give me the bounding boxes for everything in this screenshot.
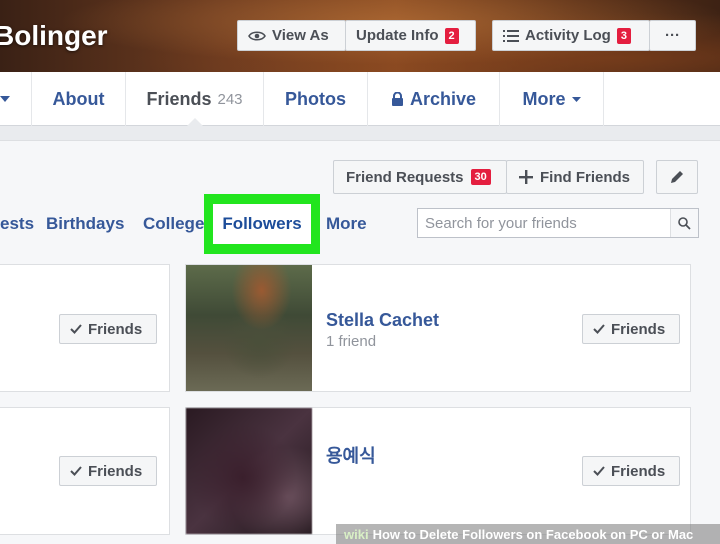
nav-friends-count: 243: [217, 90, 243, 108]
cover-photo: Bolinger View As Update Info 2 Activity …: [0, 0, 720, 72]
profile-photo[interactable]: [186, 408, 312, 534]
friends-status-label: Friends: [88, 320, 143, 338]
nav-friends-label: Friends: [146, 88, 212, 109]
pencil-icon: [671, 171, 683, 183]
activity-log-button[interactable]: Activity Log 3: [492, 20, 650, 51]
nav-more-label: More: [522, 88, 566, 109]
tab-birthdays[interactable]: Birthdays: [46, 214, 124, 234]
list-icon: [503, 29, 519, 42]
more-options-button[interactable]: ···: [649, 20, 696, 51]
friends-status-button[interactable]: Friends: [59, 456, 157, 486]
friends-status-label: Friends: [611, 462, 666, 480]
wikihow-watermark: wiki How to Delete Followers on Facebook…: [336, 524, 720, 544]
update-info-label: Update Info: [356, 27, 439, 44]
friends-status-button[interactable]: Friends: [59, 314, 157, 344]
friends-status-label: Friends: [611, 320, 666, 338]
more-options-label: ···: [665, 27, 680, 44]
caret-down-icon: [571, 96, 581, 102]
nav-friends[interactable]: Friends 243: [126, 72, 264, 127]
friends-search-input[interactable]: [418, 209, 670, 237]
watermark-brand: wiki: [344, 526, 369, 542]
nav-photos-label: Photos: [285, 88, 346, 109]
view-as-label: View As: [272, 27, 329, 44]
check-icon: [593, 324, 605, 334]
friends-status-label: Friends: [88, 462, 143, 480]
tab-more[interactable]: More: [326, 214, 367, 234]
update-info-button[interactable]: Update Info 2: [345, 20, 476, 51]
find-friends-label: Find Friends: [540, 168, 630, 186]
friends-search: [417, 208, 699, 238]
check-icon: [593, 466, 605, 476]
eye-icon: [248, 30, 266, 41]
tab-college[interactable]: College: [143, 214, 204, 234]
check-icon: [70, 466, 82, 476]
nav-timeline-dropdown[interactable]: [0, 72, 32, 126]
friends-status-button[interactable]: Friends: [582, 314, 680, 344]
activity-log-badge: 3: [616, 27, 631, 44]
nav-more[interactable]: More: [500, 72, 604, 126]
edit-button[interactable]: [656, 160, 698, 194]
nav-about[interactable]: About: [32, 72, 126, 126]
profile-nav: About Friends 243 Photos Archive More: [0, 72, 720, 127]
tab-requests[interactable]: ests: [0, 214, 34, 234]
tab-followers[interactable]: Followers: [213, 204, 311, 244]
caret-down-icon: [0, 96, 10, 102]
friend-requests-button[interactable]: Friend Requests 30: [333, 160, 507, 194]
mutual-friends-count[interactable]: 1 friend: [326, 333, 376, 350]
friend-name[interactable]: Stella Cachet: [326, 310, 439, 331]
search-button[interactable]: [670, 209, 698, 237]
friend-requests-badge: 30: [470, 169, 491, 185]
activity-log-label: Activity Log: [525, 27, 611, 44]
view-as-button[interactable]: View As: [237, 20, 346, 51]
update-info-badge: 2: [444, 27, 459, 44]
lock-icon: [391, 91, 403, 106]
check-icon: [70, 324, 82, 334]
profile-name[interactable]: Bolinger: [0, 20, 108, 52]
find-friends-button[interactable]: Find Friends: [506, 160, 644, 194]
plus-icon: [519, 170, 533, 184]
nav-archive[interactable]: Archive: [368, 72, 500, 126]
nav-photos[interactable]: Photos: [264, 72, 368, 126]
search-icon: [678, 216, 691, 230]
profile-photo[interactable]: [186, 265, 312, 391]
watermark-text: How to Delete Followers on Facebook on P…: [372, 526, 694, 542]
friends-status-button[interactable]: Friends: [582, 456, 680, 486]
nav-about-label: About: [52, 88, 105, 109]
nav-archive-label: Archive: [409, 88, 477, 109]
friend-requests-label: Friend Requests: [346, 168, 464, 186]
friend-name[interactable]: 용예식: [326, 442, 376, 468]
